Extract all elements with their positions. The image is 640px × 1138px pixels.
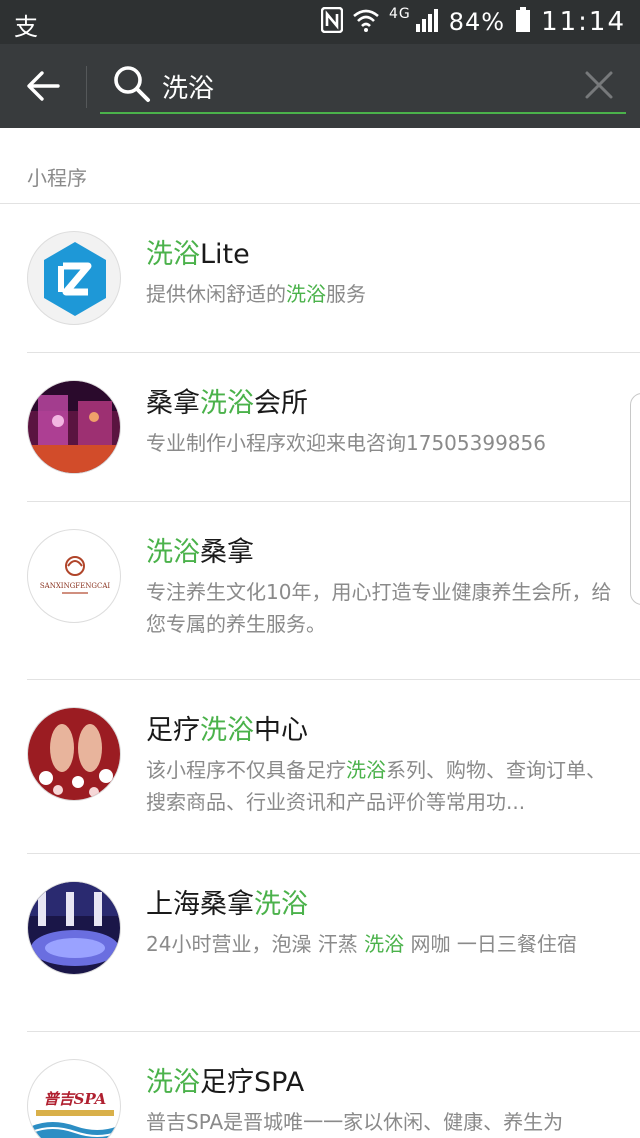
keyword-highlight: 洗浴 <box>146 537 200 568</box>
interior-photo <box>27 380 121 474</box>
pool-photo <box>27 881 121 975</box>
text-segment: 该小程序不仅具备足疗 <box>146 758 346 782</box>
text-segment: 网咖 一日三餐住宿 <box>404 932 577 956</box>
clear-search-button[interactable] <box>584 70 614 100</box>
nfc-icon <box>320 6 344 37</box>
signal-icon <box>415 8 439 36</box>
list-item[interactable]: 足疗洗浴中心 该小程序不仅具备足疗洗浴系列、购物、查询订单、搜索商品、行业资讯和… <box>27 680 640 854</box>
list-item[interactable]: SANXINGFENGCAI 洗浴桑拿 专注养生文化10年，用心打造专业健康养生… <box>27 502 640 680</box>
keyword-highlight: 洗浴 <box>146 239 200 270</box>
section-title: 小程序 <box>0 128 640 204</box>
pujispa-logo: 普吉SPA <box>27 1059 121 1138</box>
text-segment: 专注养生文化10年，用心打造专业健康养生会所，给您专属的养生服务。 <box>146 580 612 636</box>
network-type: 4G <box>388 6 411 22</box>
item-description: 专注养生文化10年，用心打造专业健康养生会所，给您专属的养生服务。 <box>146 576 616 640</box>
item-title: 洗浴足疗SPA <box>146 1060 304 1099</box>
item-title: 洗浴桑拿 <box>146 530 254 569</box>
keyword-highlight: 洗浴 <box>146 1067 200 1098</box>
item-title: 桑拿洗浴会所 <box>146 381 308 420</box>
item-title: 洗浴Lite <box>146 232 250 271</box>
item-title: 上海桑拿洗浴 <box>146 882 308 921</box>
keyword-highlight: 洗浴 <box>364 932 405 956</box>
keyword-highlight: 洗浴 <box>254 889 308 920</box>
clock: 11:14 <box>541 7 626 37</box>
text-segment: 会所 <box>254 388 308 419</box>
search-results: 小程序 洗浴Lite 提供休闲舒适的洗浴服务 桑拿洗浴会所 专业制作小程序欢迎来… <box>0 128 640 1138</box>
text-segment: 足疗 <box>146 715 200 746</box>
item-title: 足疗洗浴中心 <box>146 708 308 747</box>
back-button[interactable] <box>20 64 66 108</box>
list-item[interactable]: 普吉SPA 洗浴足疗SPA 普吉SPA是晋城唯一一家以休闲、健康、养生为 <box>27 1032 640 1138</box>
logo-z-icon <box>27 231 121 325</box>
scroll-handle[interactable] <box>630 393 640 605</box>
search-box[interactable] <box>100 58 626 114</box>
sanxing-logo: SANXINGFENGCAI <box>27 529 121 623</box>
text-segment: 普吉SPA是晋城唯一一家以休闲、健康、养生为 <box>146 1110 564 1134</box>
text-segment: 中心 <box>254 715 308 746</box>
battery-percent: 84% <box>448 8 506 36</box>
close-icon <box>585 71 613 99</box>
item-description: 专业制作小程序欢迎来电咨询17505399856 <box>146 427 616 459</box>
keyword-highlight: 洗浴 <box>286 282 326 306</box>
item-description: 提供休闲舒适的洗浴服务 <box>146 278 616 310</box>
text-segment: 足疗SPA <box>200 1067 305 1098</box>
back-arrow-icon <box>27 71 60 101</box>
keyword-highlight: 洗浴 <box>200 388 254 419</box>
list-item[interactable]: 洗浴Lite 提供休闲舒适的洗浴服务 <box>27 204 640 353</box>
foot-spa-photo <box>27 707 121 801</box>
battery-icon <box>515 7 531 37</box>
list-item[interactable]: 桑拿洗浴会所 专业制作小程序欢迎来电咨询17505399856 <box>27 353 640 502</box>
keyword-highlight: 洗浴 <box>346 758 386 782</box>
search-icon <box>114 66 150 102</box>
text-segment: 24小时营业，泡澡 汗蒸 <box>146 932 365 956</box>
header-divider <box>86 66 87 108</box>
mini-program-list: 洗浴Lite 提供休闲舒适的洗浴服务 桑拿洗浴会所 专业制作小程序欢迎来电咨询1… <box>0 204 640 1138</box>
alipay-notification-icon: 支 <box>14 13 38 41</box>
text-segment: 桑拿 <box>200 537 254 568</box>
search-input[interactable] <box>162 66 562 106</box>
item-description: 普吉SPA是晋城唯一一家以休闲、健康、养生为 <box>146 1106 616 1138</box>
item-description: 该小程序不仅具备足疗洗浴系列、购物、查询订单、搜索商品、行业资讯和产品评价等常用… <box>146 754 616 818</box>
text-segment: 提供休闲舒适的 <box>146 282 286 306</box>
sanxing-logo-text: SANXINGFENGCAI <box>40 582 111 590</box>
text-segment: 专业制作小程序欢迎来电咨询17505399856 <box>146 431 546 455</box>
list-item[interactable]: 上海桑拿洗浴 24小时营业，泡澡 汗蒸 洗浴 网咖 一日三餐住宿 <box>27 854 640 1032</box>
text-segment: 上海桑拿 <box>146 889 254 920</box>
text-segment: Lite <box>200 239 250 270</box>
status-icons: 4G 84% 11:14 <box>320 6 626 38</box>
search-header <box>0 44 640 128</box>
text-segment: 桑拿 <box>146 388 200 419</box>
text-segment: 服务 <box>326 282 366 306</box>
item-description: 24小时营业，泡澡 汗蒸 洗浴 网咖 一日三餐住宿 <box>146 928 616 960</box>
status-bar: 支 4G 84% 11:14 <box>0 0 640 44</box>
pujispa-logo-text: 普吉SPA <box>44 1090 107 1108</box>
keyword-highlight: 洗浴 <box>200 715 254 746</box>
wifi-icon <box>353 8 379 36</box>
